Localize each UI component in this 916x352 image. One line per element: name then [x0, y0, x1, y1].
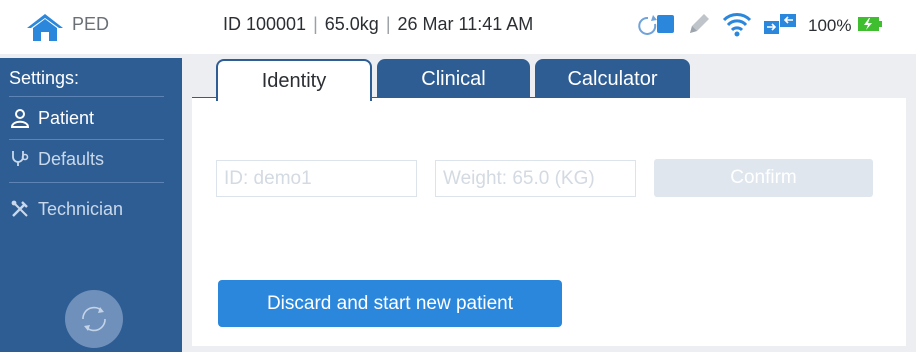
tab-identity[interactable]: Identity: [216, 59, 372, 101]
datetime-text: 26 Mar 11:41 AM: [397, 14, 534, 34]
status-bar: PED ID 100001|65.0kg|26 Mar 11:41 AM: [0, 0, 916, 54]
home-icon[interactable]: [25, 12, 65, 42]
weight-placeholder: Weight: 65.0 (KG): [443, 167, 595, 189]
mode-label: PED: [72, 14, 110, 34]
pencil-icon: [686, 11, 712, 42]
sync-icon: [638, 11, 676, 42]
battery-percent: 100%: [808, 16, 852, 35]
confirm-button[interactable]: Confirm: [654, 159, 873, 197]
sidebar-divider: [9, 139, 164, 140]
sidebar-item-defaults[interactable]: Defaults: [9, 144, 104, 174]
patient-id-text: ID 100001: [223, 14, 307, 34]
settings-sidebar: Settings: Patient Defaults Technician: [0, 58, 182, 352]
patient-weight-text: 65.0kg: [324, 14, 379, 34]
sidebar-item-label: Technician: [38, 198, 124, 219]
status-icons: 100%: [638, 9, 893, 43]
battery-charging-icon: [857, 13, 883, 40]
tab-clinical[interactable]: Clinical: [377, 59, 530, 99]
weight-field[interactable]: Weight: 65.0 (KG): [435, 160, 636, 197]
sidebar-item-label: Defaults: [38, 148, 105, 169]
patient-id-field[interactable]: ID: demo1: [216, 160, 417, 197]
sidebar-divider: [9, 96, 164, 97]
sidebar-item-technician[interactable]: Technician: [9, 194, 123, 224]
patient-summary: ID 100001 | 65.0kg | 26 Mar 11:41 AM: [223, 14, 534, 34]
discard-new-patient-button[interactable]: Discard and start new patient: [218, 280, 562, 327]
sidebar-divider: [9, 182, 164, 183]
patient-id-placeholder: ID: demo1: [224, 167, 312, 189]
rotate-icon[interactable]: [65, 290, 123, 348]
sidebar-title: Settings:: [9, 68, 80, 88]
transfer-icon: [762, 11, 798, 42]
stethoscope-icon: [9, 148, 31, 170]
person-icon: [9, 107, 31, 129]
wifi-icon: [722, 11, 752, 42]
tab-calculator[interactable]: Calculator: [535, 59, 690, 99]
tools-icon: [9, 198, 31, 220]
sidebar-item-label: Patient: [38, 107, 95, 128]
sidebar-item-patient[interactable]: Patient: [9, 103, 94, 133]
